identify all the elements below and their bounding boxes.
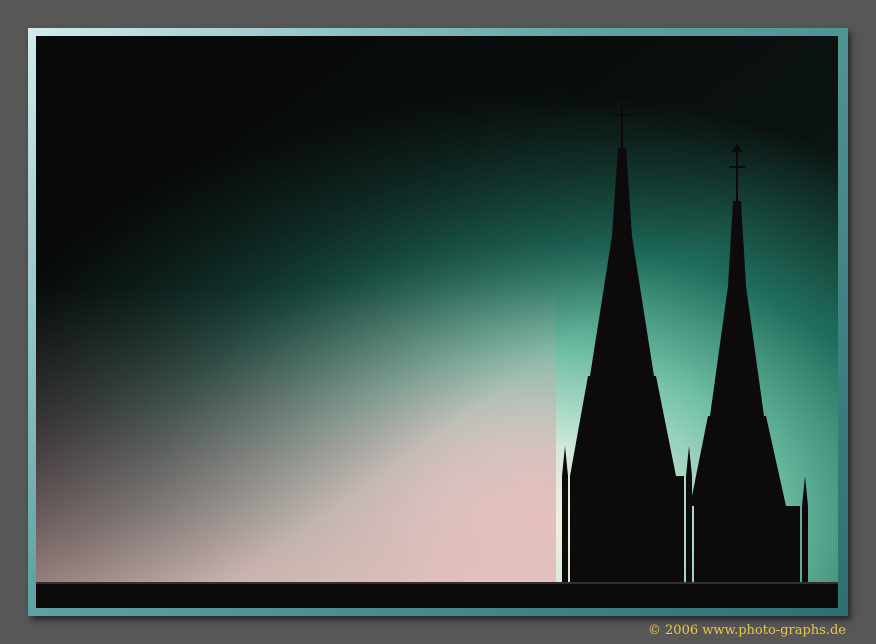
roofline — [36, 582, 838, 608]
copyright-notice: © 2006 www.photo-graphs.de — [647, 623, 846, 638]
photo-scene — [36, 36, 838, 608]
photo — [36, 36, 838, 608]
